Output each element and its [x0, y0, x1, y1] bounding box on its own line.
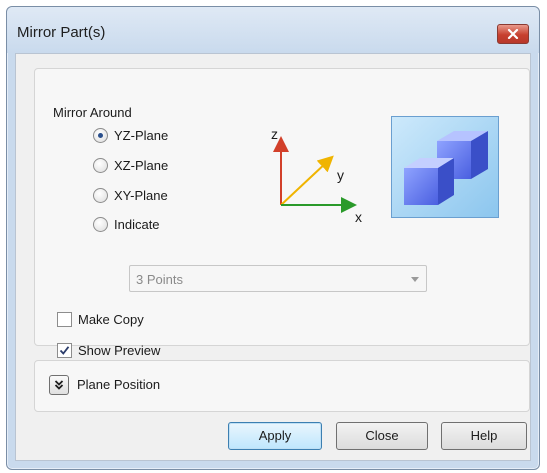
radio-button[interactable]	[93, 128, 108, 143]
radio-label: XY-Plane	[114, 188, 168, 203]
checkbox-label: Make Copy	[78, 312, 144, 327]
radio-button[interactable]	[93, 217, 108, 232]
radio-xy-plane[interactable]: XY-Plane	[93, 188, 168, 203]
radio-label: YZ-Plane	[114, 128, 169, 143]
help-button[interactable]: Help	[441, 422, 527, 450]
double-chevron-down-icon	[54, 380, 64, 390]
mirror-parts-dialog: Mirror Part(s) Mirror Around YZ-Plane XZ…	[6, 6, 540, 470]
radio-indicate[interactable]: Indicate	[93, 217, 160, 232]
checkbox[interactable]	[57, 343, 72, 358]
radio-xz-plane[interactable]: XZ-Plane	[93, 158, 168, 173]
x-axis-label: x	[355, 209, 362, 225]
checkbox[interactable]	[57, 312, 72, 327]
apply-button[interactable]: Apply	[228, 422, 322, 450]
mirror-preview-image	[391, 116, 499, 218]
title-bar[interactable]: Mirror Part(s)	[7, 7, 539, 53]
mirrored-cubes-icon	[392, 117, 498, 217]
plane-position-group: Plane Position	[34, 360, 530, 412]
chevron-down-icon	[411, 277, 419, 282]
mirror-options-group: Mirror Around YZ-Plane XZ-Plane XY-Plane…	[34, 68, 530, 358]
mirror-around-label: Mirror Around	[53, 105, 132, 120]
z-axis-label: z	[271, 126, 278, 142]
close-icon	[507, 29, 519, 39]
radio-label: Indicate	[114, 217, 160, 232]
radio-button[interactable]	[93, 188, 108, 203]
close-window-button[interactable]	[497, 24, 529, 44]
show-preview-checkbox[interactable]: Show Preview	[57, 343, 160, 358]
dropdown-value: 3 Points	[136, 272, 183, 287]
expand-plane-position-button[interactable]	[49, 375, 69, 395]
dialog-title: Mirror Part(s)	[17, 24, 106, 41]
checkbox-label: Show Preview	[78, 343, 161, 358]
radio-label: XZ-Plane	[114, 158, 169, 173]
radio-yz-plane[interactable]: YZ-Plane	[93, 128, 168, 143]
dialog-body: Mirror Around YZ-Plane XZ-Plane XY-Plane…	[15, 53, 531, 461]
radio-button[interactable]	[93, 158, 108, 173]
close-button[interactable]: Close	[336, 422, 428, 450]
method-dropdown[interactable]: 3 Points	[129, 265, 427, 292]
y-axis-label: y	[337, 167, 344, 183]
make-copy-checkbox[interactable]: Make Copy	[57, 312, 144, 327]
plane-position-label: Plane Position	[77, 377, 161, 392]
checkmark-icon	[59, 346, 70, 355]
